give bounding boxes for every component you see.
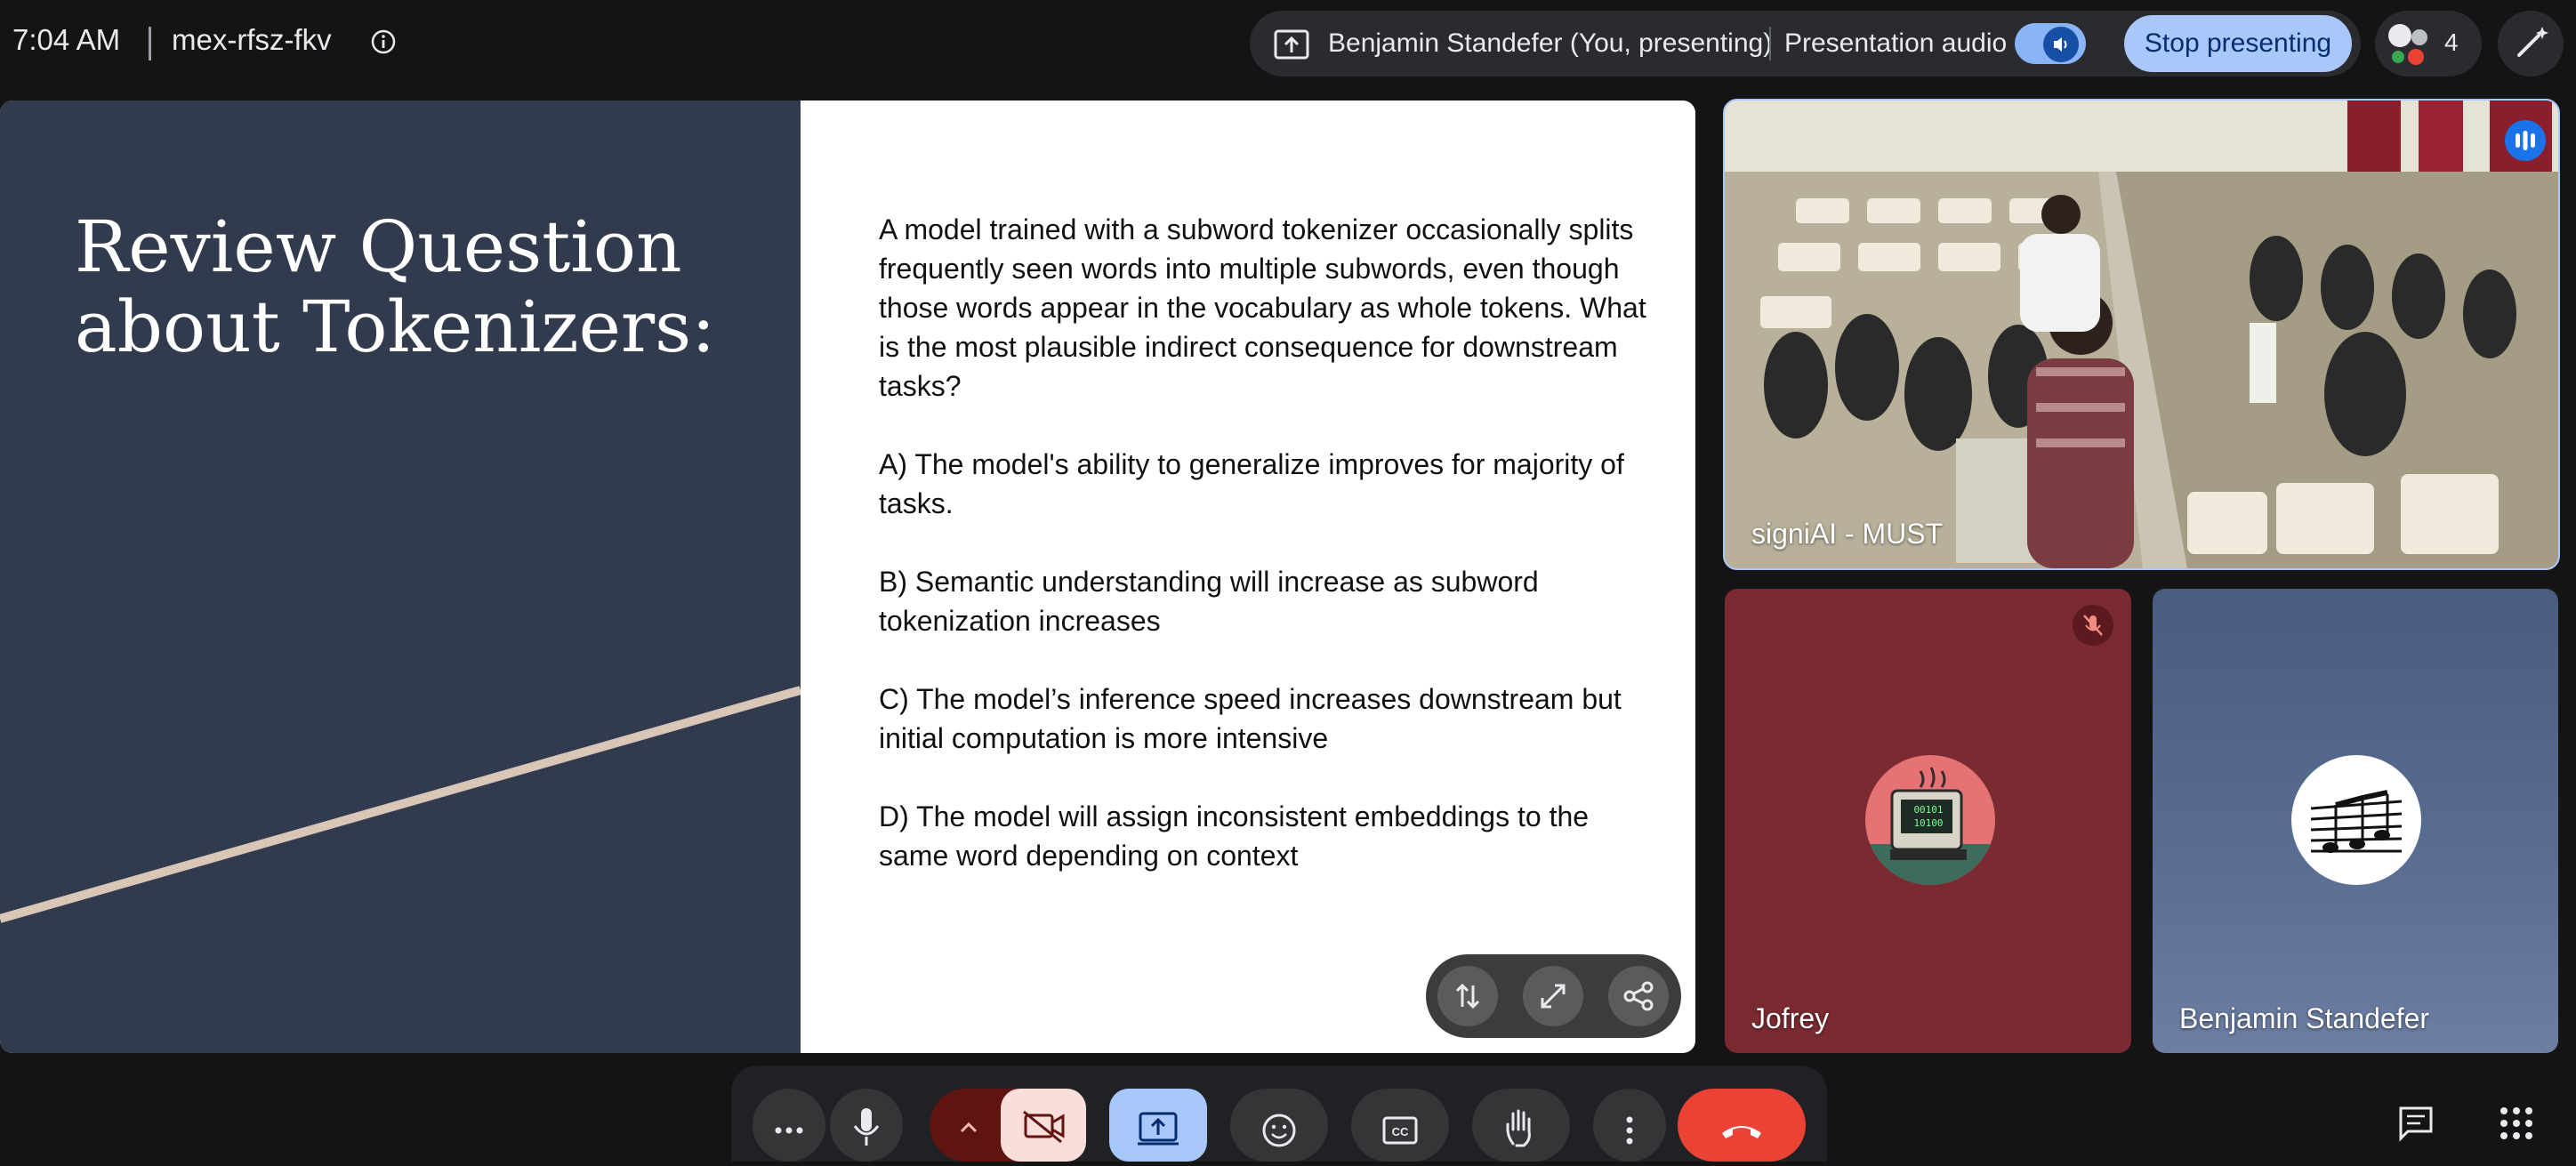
share-icon [1623, 981, 1654, 1011]
leave-call-button[interactable] [1678, 1089, 1806, 1162]
answer-option-b: B) Semantic understanding will increase … [879, 566, 1539, 637]
slide-body: A model trained with a subword tokenizer… [879, 210, 1653, 914]
end-call-icon [1722, 1126, 1761, 1138]
camera-off-icon [1023, 1110, 1065, 1144]
more-horizontal-icon [775, 1127, 803, 1134]
swap-view-button[interactable] [1437, 966, 1498, 1026]
captions-button[interactable]: CC [1351, 1089, 1449, 1162]
present-screen-icon [1274, 29, 1309, 60]
muted-indicator [2073, 605, 2113, 646]
stop-presenting-button[interactable]: Stop presenting [2124, 15, 2352, 72]
share-button[interactable] [1608, 966, 1669, 1026]
video-tile-signiai[interactable]: signiAI - MUST [1723, 99, 2560, 570]
question-text: A model trained with a subword tokenizer… [879, 213, 1646, 402]
info-icon[interactable] [370, 28, 397, 55]
mic-off-icon [2083, 615, 2103, 636]
answer-option-c: C) The model’s inference speed increases… [879, 683, 1622, 754]
avatar: 00101 10100 [1865, 755, 1995, 885]
slide-title: Review Question about Tokenizers: [75, 205, 716, 368]
participant-avatars-icon [2388, 24, 2427, 65]
divider [149, 27, 151, 60]
participant-name: Jofrey [1751, 1002, 1830, 1034]
more-options-button[interactable] [753, 1089, 825, 1162]
slide-controls [1426, 954, 1681, 1038]
magic-wand-icon [2517, 27, 2548, 57]
hand-icon [1506, 1109, 1531, 1147]
music-notes-avatar-icon [2310, 790, 2403, 853]
video-tile-benjamin[interactable]: Benjamin Standefer [2153, 589, 2558, 1053]
expand-icon [1541, 984, 1566, 1009]
fullscreen-button[interactable] [1523, 966, 1583, 1026]
raise-hand-button[interactable] [1472, 1089, 1570, 1162]
present-to-all-icon [1138, 1112, 1179, 1146]
avatar-screen-text: 00101 10100 [1913, 804, 1944, 829]
clock: 7:04 AM [12, 23, 121, 56]
meeting-code: mex-rfsz-fkv [172, 23, 332, 56]
microphone-button[interactable] [830, 1089, 903, 1162]
emoji-icon [1262, 1114, 1296, 1147]
divider [1769, 27, 1771, 60]
chat-icon [2399, 1106, 2433, 1142]
speaker-icon [2043, 27, 2079, 62]
more-actions-button[interactable] [1593, 1089, 1666, 1162]
apps-grid-icon [2500, 1107, 2532, 1139]
audio-level-icon [2516, 131, 2535, 150]
slide-title-panel: Review Question about Tokenizers: [0, 101, 801, 1053]
participant-name: Benjamin Standefer [2179, 1002, 2430, 1034]
closed-captions-icon: CC [1382, 1116, 1418, 1145]
svg-text:CC: CC [1392, 1125, 1409, 1138]
swap-vertical-icon [1455, 983, 1480, 1009]
microphone-icon [853, 1108, 880, 1146]
chat-button[interactable] [2395, 1103, 2436, 1144]
participant-name: signiAI - MUST [1751, 518, 1944, 550]
camera-button[interactable] [1001, 1089, 1086, 1162]
camera-options-button[interactable] [930, 1089, 1008, 1162]
ai-tools-button[interactable] [2498, 11, 2564, 76]
presenter-label: Benjamin Standefer (You, presenting) [1328, 28, 1773, 58]
answer-option-d: D) The model will assign inconsistent em… [879, 800, 1590, 872]
classroom-video-feed [1725, 101, 2558, 568]
video-tile-jofrey[interactable]: 00101 10100 Jofrey [1725, 589, 2131, 1053]
speaking-indicator [2505, 120, 2546, 161]
shared-slide: Review Question about Tokenizers: A mode… [0, 101, 1695, 1053]
participant-count: 4 [2444, 28, 2459, 56]
chevron-up-icon [960, 1122, 978, 1133]
activities-button[interactable] [2496, 1103, 2537, 1144]
present-screen-button[interactable] [1109, 1089, 1207, 1162]
presentation-audio-label: Presentation audio [1784, 28, 2008, 58]
answer-option-a: A) The model's ability to generalize imp… [879, 448, 1624, 519]
reactions-button[interactable] [1230, 1089, 1328, 1162]
more-vertical-icon [1626, 1116, 1633, 1145]
avatar [2291, 755, 2421, 885]
